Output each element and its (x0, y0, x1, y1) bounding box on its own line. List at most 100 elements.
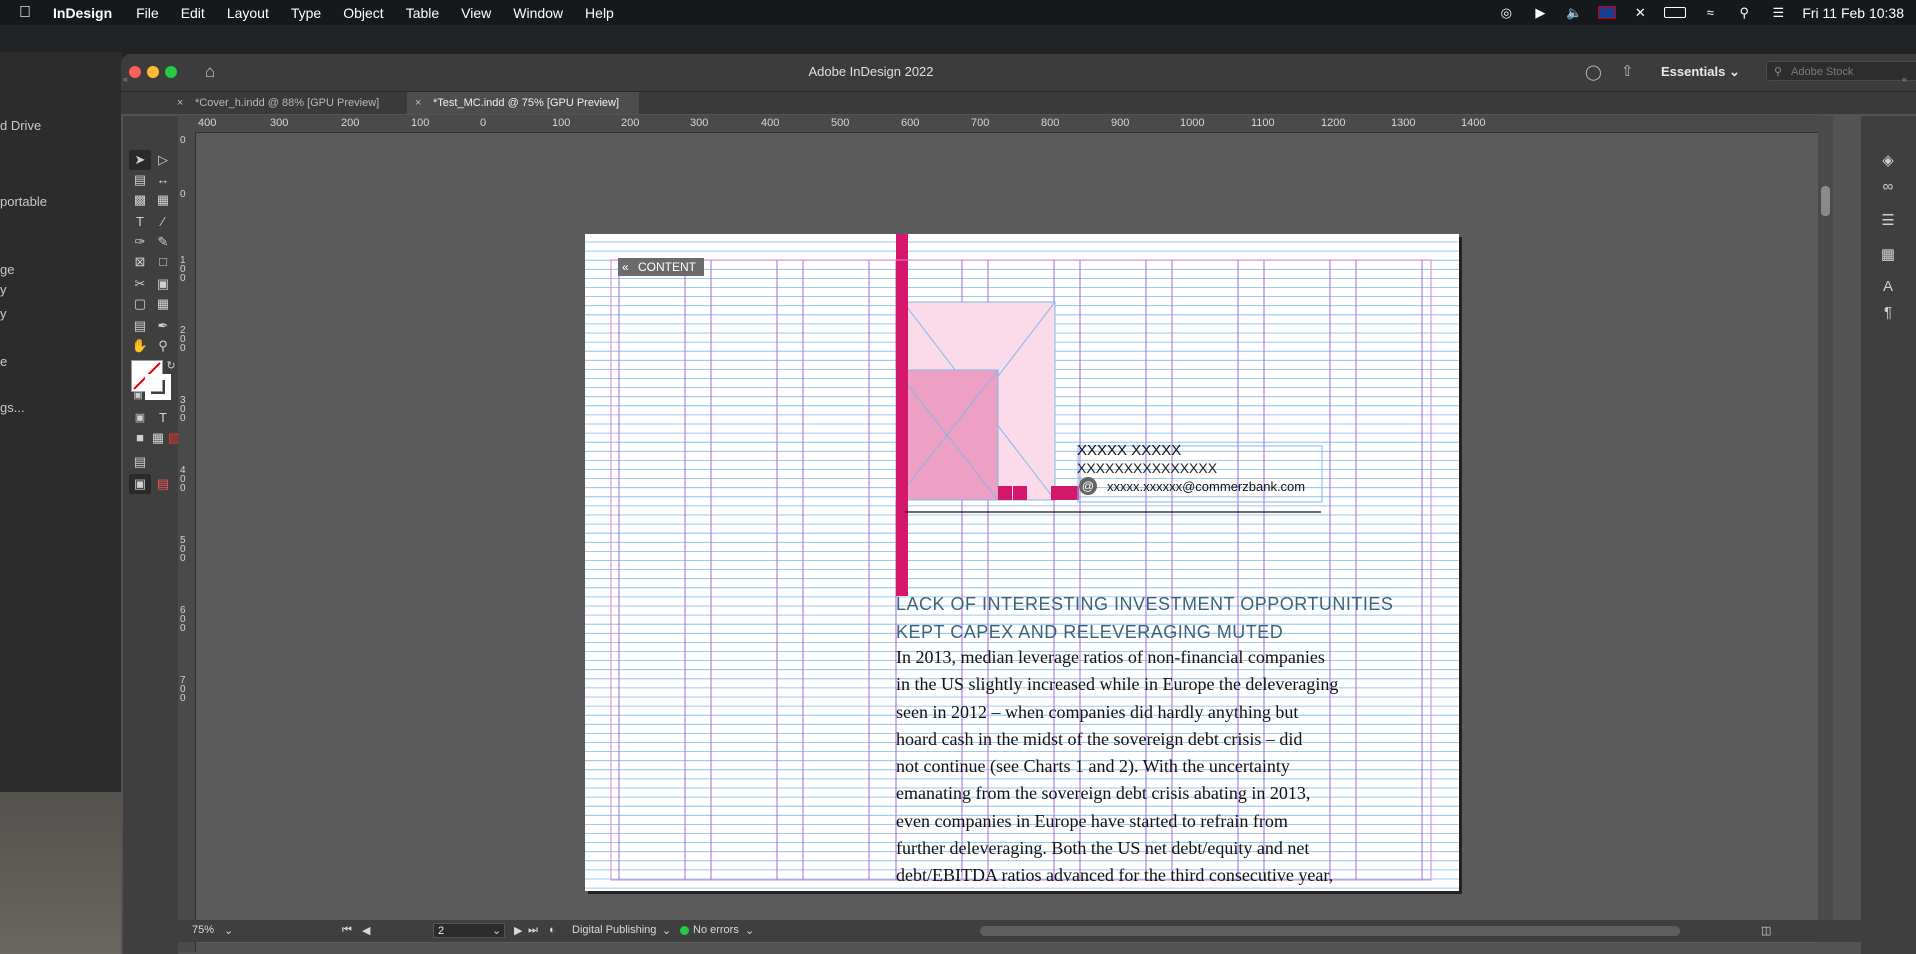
finder-item[interactable]: portable (0, 194, 47, 209)
vertical-scrollbar[interactable] (1818, 116, 1833, 934)
eyedropper-tool-icon[interactable]: ✒ (152, 316, 174, 336)
gap-tool-icon[interactable]: ↔ (152, 170, 174, 190)
menu-table[interactable]: Table (395, 5, 450, 21)
screen-mode-icon[interactable]: ▤ (129, 452, 151, 472)
collapse-panel-icon[interactable]: « (123, 74, 128, 84)
vertical-ruler[interactable]: 0 0 100 200 300 400 500 600 700 (178, 132, 196, 952)
line-tool-icon[interactable]: ⁄ (152, 212, 174, 232)
wifi-icon[interactable]: ≈ (1700, 5, 1720, 20)
app-menu[interactable]: InDesign (50, 5, 125, 21)
apple-icon[interactable]:  (0, 4, 50, 22)
profile-dropdown-icon[interactable]: ⌄ (662, 924, 671, 937)
rectangle-tool-icon[interactable]: □ (152, 252, 174, 272)
character-panel-icon[interactable]: A (1877, 276, 1899, 298)
free-transform-tool-icon[interactable]: ▣ (152, 274, 174, 294)
ruler-label: 600 (180, 605, 186, 634)
headline-line: KEPT CAPEX AND RELEVERAGING MUTED (896, 622, 1284, 642)
gradient-feather-tool-icon[interactable]: ▦ (152, 294, 174, 314)
share-icon[interactable]: ⇧ (1621, 62, 1634, 80)
volume-icon[interactable]: 🔈 (1564, 5, 1584, 20)
type-tool-icon[interactable]: T (129, 212, 151, 232)
document-page[interactable]: « CONTENT XXXXX XXXXX XXXXXXXXXXXXXXX @ … (585, 234, 1459, 891)
ruler-label: 100 (552, 117, 571, 129)
menu-layout[interactable]: Layout (216, 5, 280, 21)
content-collector-icon[interactable]: ▩ (129, 190, 151, 210)
default-colors-icon[interactable]: ▣ (127, 386, 149, 406)
preview-mode-icon[interactable]: ▤ (152, 474, 174, 494)
battery-icon[interactable] (1664, 7, 1687, 18)
tab-test-mc[interactable]: × *Test_MC.indd @ 75% [GPU Preview] [Con… (407, 92, 639, 131)
uk-flag-icon[interactable] (1598, 6, 1617, 19)
finder-item[interactable]: y (0, 282, 7, 297)
finder-item[interactable]: gs... (0, 400, 25, 415)
article-headline[interactable]: LACK OF INTERESTING INVESTMENT OPPORTUNI… (896, 590, 1393, 646)
adobe-stock-search[interactable]: ⚲ Adobe Stock (1766, 61, 1916, 81)
menu-view[interactable]: View (450, 5, 502, 21)
links-panel-icon[interactable]: ∞ (1877, 176, 1899, 198)
preflight-menu-icon[interactable]: ⌄ (745, 924, 754, 937)
last-page-icon[interactable]: ⏭ (528, 924, 538, 937)
previous-page-icon[interactable]: ◀ (362, 924, 370, 937)
workspace-switcher[interactable]: Essentials ⌄ (1661, 64, 1740, 80)
contact-name[interactable]: XXXXX XXXXX (1077, 442, 1181, 459)
tab-cover[interactable]: × *Cover_h.indd @ 88% [GPU Preview] [Con… (169, 92, 407, 131)
rectangle-frame-tool-icon[interactable]: ⊠ (129, 252, 151, 272)
menu-object[interactable]: Object (332, 5, 394, 21)
direct-selection-tool-icon[interactable]: ▷ (152, 150, 174, 170)
lightbulb-icon[interactable]: ◯ (1585, 63, 1602, 81)
finder-item[interactable]: ge (0, 262, 14, 277)
page-tool-icon[interactable]: ▤ (129, 170, 151, 190)
first-page-icon[interactable]: ⏮ (342, 924, 352, 937)
normal-view-icon[interactable]: ▣ (129, 474, 151, 494)
clock[interactable]: Fri 11 Feb 10:38 (1802, 5, 1904, 21)
magenta-accent-bar[interactable] (896, 234, 908, 596)
page-dropdown-icon[interactable]: ⌄ (492, 924, 501, 937)
horizontal-scrollbar[interactable] (980, 926, 1680, 936)
formatting-text-icon[interactable]: T (152, 408, 174, 428)
contact-role[interactable]: XXXXXXXXXXXXXXX (1077, 460, 1217, 476)
magenta-square (1051, 486, 1065, 500)
next-page-icon[interactable]: ▶ (514, 924, 522, 937)
zoom-tool-icon[interactable]: ⚲ (152, 336, 174, 356)
zoom-level[interactable]: 75% (192, 924, 214, 936)
paragraph-panel-icon[interactable]: ¶ (1877, 302, 1899, 324)
horizontal-ruler[interactable]: 400 300 200 100 0 100 200 300 400 500 60… (178, 115, 1818, 133)
pencil-tool-icon[interactable]: ✎ (152, 232, 174, 252)
creative-cloud-icon[interactable]: ◎ (1496, 5, 1516, 20)
article-body[interactable]: In 2013, median leverage ratios of non-f… (896, 644, 1338, 890)
open-document-icon[interactable]: ◐ (549, 924, 556, 936)
preflight-status[interactable]: No errors (680, 924, 739, 936)
play-icon[interactable]: ▶ (1530, 5, 1550, 20)
layers-panel-icon[interactable]: ◈ (1877, 150, 1899, 172)
properties-panel-icon[interactable]: ☰ (1877, 210, 1899, 232)
pen-tool-icon[interactable]: ✑ (129, 232, 151, 252)
close-tab-icon[interactable]: × (415, 92, 421, 114)
bluetooth-off-icon[interactable]: ✕ (1630, 5, 1650, 20)
menu-edit[interactable]: Edit (170, 5, 216, 21)
note-tool-icon[interactable]: ▤ (129, 316, 151, 336)
gradient-swatch-tool-icon[interactable]: ▢ (129, 294, 151, 314)
finder-item[interactable]: e (0, 354, 7, 369)
preflight-profile[interactable]: Digital Publishing (572, 924, 656, 936)
collapse-panel-icon[interactable]: « (1902, 74, 1907, 84)
menu-window[interactable]: Window (502, 5, 574, 21)
finder-item[interactable]: y (0, 306, 7, 321)
finder-item[interactable]: d Drive (0, 118, 41, 133)
menu-file[interactable]: File (125, 5, 170, 21)
spotlight-search-icon[interactable]: ⚲ (1734, 5, 1754, 20)
selection-tool-icon[interactable]: ➤ (129, 150, 151, 170)
cc-libraries-icon[interactable]: ▦ (1877, 244, 1899, 266)
zoom-dropdown-icon[interactable]: ⌄ (224, 924, 233, 937)
menu-help[interactable]: Help (574, 5, 625, 21)
content-placer-icon[interactable]: ▦ (152, 190, 174, 210)
close-tab-icon[interactable]: × (177, 92, 183, 114)
hand-tool-icon[interactable]: ✋ (129, 336, 151, 356)
panel-toggle-icon[interactable]: ◫ (1761, 924, 1771, 937)
menu-type[interactable]: Type (280, 5, 332, 21)
control-center-icon[interactable]: ☰ (1768, 5, 1788, 20)
formatting-container-icon[interactable]: ▣ (129, 408, 151, 428)
content-button[interactable]: « CONTENT (618, 258, 704, 276)
scissors-tool-icon[interactable]: ✂ (129, 274, 151, 294)
scroll-thumb[interactable] (1821, 186, 1830, 216)
contact-email[interactable]: xxxxx.xxxxxx@commerzbank.com (1107, 479, 1305, 494)
